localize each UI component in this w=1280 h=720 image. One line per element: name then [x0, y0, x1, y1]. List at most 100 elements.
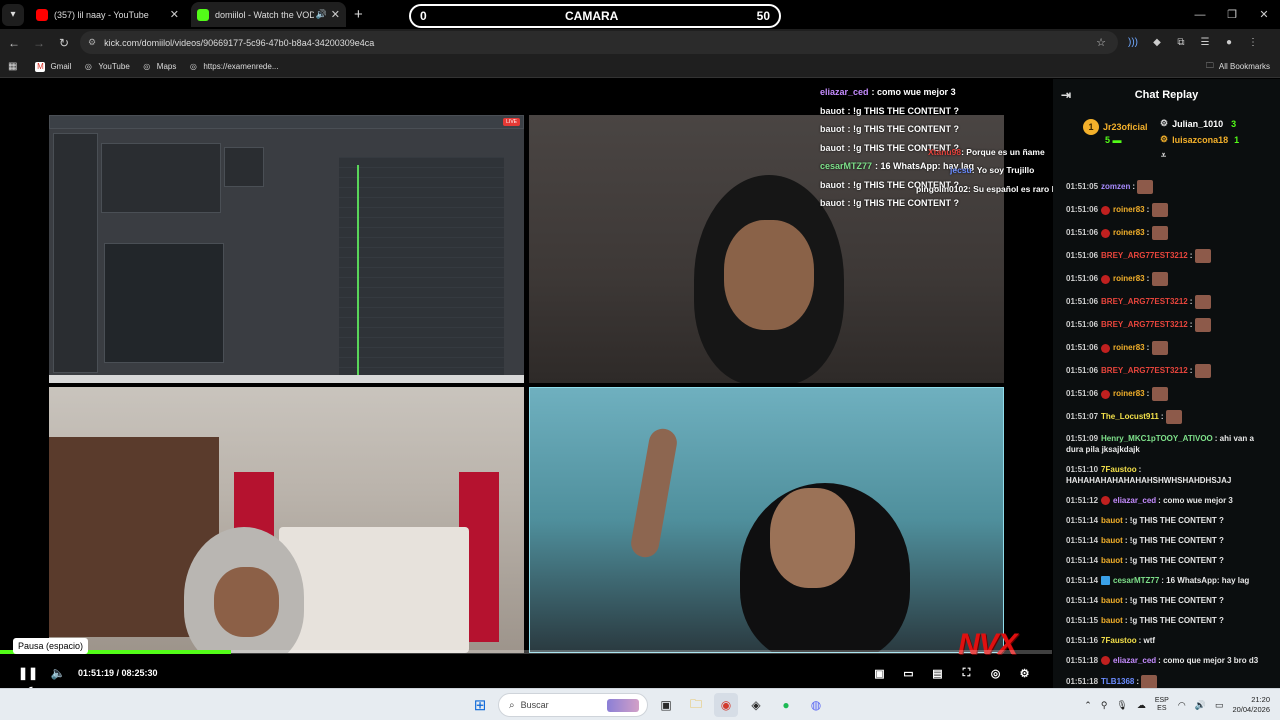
- message-username[interactable]: TLB1368: [1101, 677, 1134, 686]
- reload-icon[interactable]: ↻: [53, 36, 75, 50]
- tab-youtube[interactable]: (357) lil naay - YouTube ✕: [30, 2, 185, 27]
- volume-icon[interactable]: 🔈: [46, 666, 70, 680]
- overlay-user: bauot: [820, 179, 845, 190]
- message-username[interactable]: roiner83: [1113, 228, 1145, 237]
- camara-overlay-bar: 0 CAMARA 50: [409, 4, 781, 28]
- clock-date: 20/04/2026: [1232, 705, 1270, 714]
- apps-grid-icon[interactable]: ▦: [8, 61, 17, 72]
- chat-message: 01:51:09 Henry_MKC1pTOOY_ATIVOO: ahi van …: [1066, 434, 1254, 454]
- fullscreen-icon[interactable]: ⛶: [957, 667, 976, 680]
- video-player[interactable]: LIVE eliazar_ced: como wue mejor 3 bauot…: [0, 79, 1076, 688]
- close-tab-icon[interactable]: ✕: [331, 8, 340, 21]
- close-tab-icon[interactable]: ✕: [170, 8, 179, 21]
- message-username[interactable]: roiner83: [1113, 274, 1145, 283]
- wifi-icon[interactable]: ◠: [1178, 700, 1186, 711]
- speaker-icon[interactable]: 🔊: [1195, 700, 1206, 711]
- message-username[interactable]: BREY_ARG77EST3212: [1101, 320, 1188, 329]
- message-username[interactable]: eliazar_ced: [1113, 656, 1156, 665]
- collapse-chat-icon[interactable]: ⇥: [1061, 88, 1071, 102]
- windows-start-icon[interactable]: ⊞: [468, 693, 492, 717]
- pause-icon[interactable]: ❚❚: [16, 666, 40, 680]
- theater-icon[interactable]: ▭: [899, 667, 918, 680]
- bookmark-gmail[interactable]: M Gmail: [35, 61, 71, 72]
- minimize-icon[interactable]: —: [1184, 0, 1216, 29]
- message-username[interactable]: roiner83: [1113, 389, 1145, 398]
- forward-icon[interactable]: →: [28, 36, 50, 50]
- message-username[interactable]: roiner83: [1113, 343, 1145, 352]
- message-username[interactable]: bauot: [1101, 616, 1123, 625]
- extensions-area: ))) ◆ ⧉ ☰ ● ⋮: [1126, 29, 1260, 56]
- playback-speed-icon[interactable]: ◎: [986, 667, 1005, 680]
- clock[interactable]: 21:20 20/04/2026: [1232, 695, 1270, 715]
- tab-kick[interactable]: domiilol - Watch the VOD o 🔊 ✕: [191, 2, 346, 27]
- message-username[interactable]: BREY_ARG77EST3212: [1101, 366, 1188, 375]
- bookmark-examen[interactable]: ◎ https://examenrede...: [188, 62, 279, 72]
- tab-title: domiilol - Watch the VOD o: [215, 9, 314, 20]
- message-username[interactable]: The_Locust911: [1101, 412, 1159, 421]
- camara-left-value: 0: [420, 9, 427, 23]
- leader-entry[interactable]: ⚙ Julian_1010 3: [1160, 118, 1236, 129]
- all-bookmarks-button[interactable]: 🗀 All Bookmarks: [1206, 60, 1270, 74]
- message-username[interactable]: BREY_ARG77EST3212: [1101, 297, 1188, 306]
- app-notification-icon[interactable]: ◈: [744, 693, 768, 717]
- message-username[interactable]: BREY_ARG77EST3212: [1101, 251, 1188, 260]
- file-explorer-icon[interactable]: 🗀: [684, 693, 708, 717]
- taskbar-search[interactable]: ⌕ Buscar: [498, 693, 648, 717]
- message-username[interactable]: 7Faustoo: [1101, 636, 1137, 645]
- url-bar[interactable]: ⚙ kick.com/domiilol/videos/90669177-5c96…: [80, 31, 1118, 54]
- seek-bar[interactable]: [0, 650, 1052, 654]
- message-username[interactable]: bauot: [1101, 536, 1123, 545]
- expand-leaders-icon[interactable]: ⩡: [1161, 150, 1166, 161]
- message-timestamp: 01:51:06: [1066, 389, 1099, 399]
- chat-message: 01:51:06 BREY_ARG77EST3212:: [1053, 359, 1280, 382]
- kebab-menu-icon[interactable]: ⋮: [1246, 37, 1260, 48]
- microphone-icon[interactable]: 🎙: [1116, 700, 1127, 711]
- taskbar-center: ⊞ ⌕ Buscar ▣ 🗀 ◉ ◈ ● ◍: [468, 693, 828, 717]
- tray-chevron-icon[interactable]: ⌃: [1084, 700, 1092, 711]
- extension-icon[interactable]: ◆: [1150, 37, 1164, 48]
- audio-extension-icon[interactable]: ))): [1126, 37, 1140, 48]
- profile-avatar-icon[interactable]: ●: [1222, 37, 1236, 48]
- message-username[interactable]: bauot: [1101, 556, 1123, 565]
- message-timestamp: 01:51:06: [1066, 320, 1099, 330]
- bookmark-maps[interactable]: ◎ Maps: [142, 62, 176, 72]
- message-username[interactable]: Henry_MKC1pTOOY_ATIVOO: [1101, 434, 1213, 443]
- tab-search-menu-icon[interactable]: ▾: [2, 3, 24, 26]
- discord-icon[interactable]: ◍: [804, 693, 828, 717]
- message-username[interactable]: bauot: [1101, 516, 1123, 525]
- message-username[interactable]: zomzen: [1101, 182, 1130, 191]
- task-view-icon[interactable]: ▣: [654, 693, 678, 717]
- restore-icon[interactable]: ❐: [1216, 0, 1248, 29]
- back-icon[interactable]: ←: [3, 36, 25, 50]
- close-window-icon[interactable]: ✕: [1248, 0, 1280, 29]
- leader-entry[interactable]: 1 Jr23oficial: [1083, 119, 1148, 135]
- overlay-user: eliazar_ced: [820, 87, 869, 98]
- reading-list-icon[interactable]: ☰: [1198, 37, 1212, 48]
- overlay-chat-row: jecsu: Yo soy Trujillo: [950, 165, 1035, 175]
- spotify-icon[interactable]: ●: [774, 693, 798, 717]
- message-username[interactable]: eliazar_ced: [1113, 496, 1156, 505]
- message-username[interactable]: cesarMTZ77: [1113, 576, 1159, 585]
- onedrive-icon[interactable]: ☁: [1137, 700, 1146, 711]
- subscriber-badge-icon: [1101, 228, 1111, 238]
- battery-icon[interactable]: ▭: [1215, 700, 1224, 711]
- time-display: 01:51:19 / 08:25:30: [78, 668, 158, 678]
- leader-count: 5 ▬: [1105, 135, 1122, 145]
- clip-icon[interactable]: ▣: [870, 667, 889, 680]
- site-info-icon[interactable]: ⚙: [88, 37, 96, 48]
- message-username[interactable]: roiner83: [1113, 205, 1145, 214]
- chrome-icon[interactable]: ◉: [714, 693, 738, 717]
- bookmark-youtube[interactable]: ◎ YouTube: [83, 62, 130, 72]
- network-icon[interactable]: ⚲: [1101, 700, 1108, 711]
- puzzle-icon[interactable]: ⧉: [1174, 37, 1188, 48]
- bookmark-star-icon[interactable]: ☆: [1096, 36, 1106, 49]
- new-tab-icon[interactable]: +: [354, 6, 363, 23]
- message-username[interactable]: 7Faustoo: [1101, 465, 1137, 474]
- language-indicator[interactable]: ESP ES: [1155, 697, 1169, 713]
- settings-gear-icon[interactable]: ⚙: [1015, 667, 1034, 680]
- maps-icon: ◎: [143, 62, 151, 71]
- leader-entry[interactable]: ⚙ luisazcona18 1: [1160, 134, 1239, 145]
- message-username[interactable]: bauot: [1101, 596, 1123, 605]
- miniplayer-icon[interactable]: ▤: [928, 667, 947, 680]
- speaker-icon[interactable]: 🔊: [316, 9, 327, 20]
